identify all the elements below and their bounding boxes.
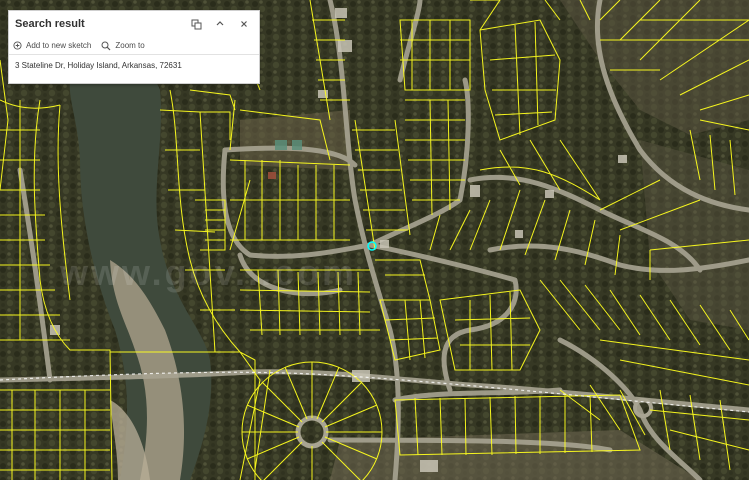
zoom-to-label: Zoom to (115, 41, 145, 50)
search-result-panel: Search result Add to new sketch Zoom to … (8, 10, 260, 84)
panel-header: Search result (9, 11, 259, 37)
result-address[interactable]: 3 Stateline Dr, Holiday Island, Arkansas… (9, 55, 259, 70)
watermark: www.gov...com (60, 252, 358, 293)
close-icon[interactable] (235, 15, 253, 33)
zoom-to-button[interactable]: Zoom to (101, 41, 145, 51)
collapse-icon[interactable] (211, 15, 229, 33)
panel-title: Search result (15, 18, 85, 30)
add-to-sketch-button[interactable]: Add to new sketch (13, 41, 91, 50)
dock-icon[interactable] (187, 15, 205, 33)
add-icon (13, 41, 22, 50)
panel-actions: Add to new sketch Zoom to (9, 37, 259, 55)
add-to-sketch-label: Add to new sketch (26, 41, 92, 50)
zoom-icon (101, 41, 111, 50)
